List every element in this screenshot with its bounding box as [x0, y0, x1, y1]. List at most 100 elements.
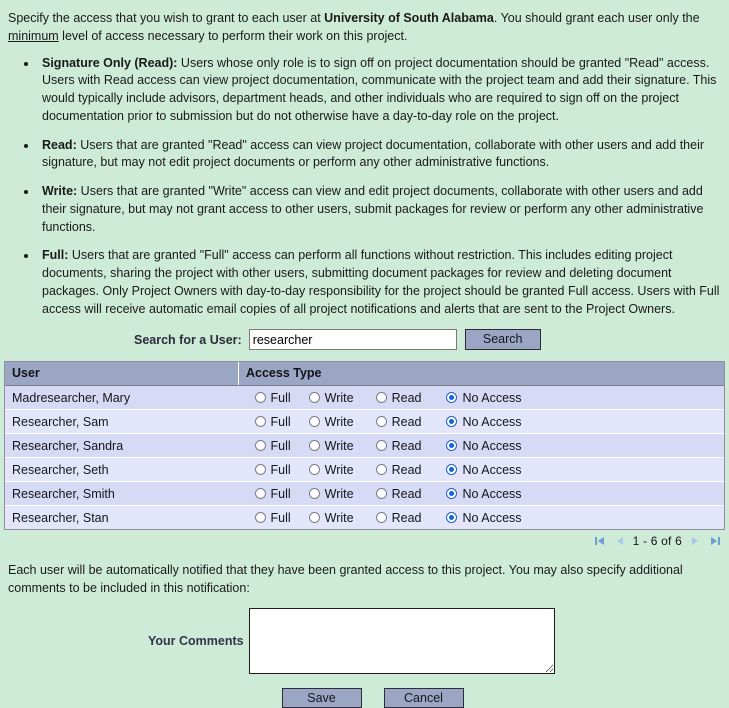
access-level-term: Read:: [42, 137, 77, 152]
radio-option-write[interactable]: Write: [308, 438, 354, 453]
cell-access-type: Full Write Read No Access: [238, 481, 725, 507]
radio-label-read: Read: [391, 486, 422, 501]
radio-mark-read[interactable]: [375, 440, 387, 452]
search-input[interactable]: [248, 329, 457, 351]
radio-option-full[interactable]: Full: [254, 414, 291, 429]
table-row: Researcher, Smith Full Write Read No Acc…: [5, 481, 725, 507]
radio-mark-full[interactable]: [254, 392, 266, 404]
table-row: Researcher, Seth Full Write Read No Acce…: [5, 457, 725, 483]
radio-option-full[interactable]: Full: [254, 438, 291, 453]
cell-user-name: Researcher, Seth: [5, 457, 239, 483]
cell-access-type: Full Write Read No Access: [238, 409, 725, 435]
comments-row: Your Comments: [0, 607, 729, 674]
radio-mark-write[interactable]: [308, 392, 320, 404]
radio-mark-read[interactable]: [375, 512, 387, 524]
radio-option-write[interactable]: Write: [308, 486, 354, 501]
radio-mark-no-access[interactable]: [446, 512, 458, 524]
cell-access-type: Full Write Read No Access: [238, 385, 725, 411]
cell-user-name: Researcher, Stan: [5, 505, 239, 531]
access-level-term: Write:: [42, 184, 78, 198]
access-level-term: Signature Only (Read):: [42, 55, 178, 70]
radio-mark-full[interactable]: [254, 464, 266, 476]
radio-label-no-access: No Access: [462, 486, 522, 501]
comments-label: Your Comments: [148, 633, 244, 648]
next-page-icon[interactable]: [689, 535, 701, 547]
radio-option-no-access[interactable]: No Access: [446, 391, 522, 405]
cancel-button[interactable]: Cancel: [383, 687, 464, 708]
user-search-row: Search for a User: Search: [0, 329, 729, 351]
radio-option-full[interactable]: Full: [254, 390, 291, 405]
intro-text-before-org: Specify the access that you wish to gran…: [8, 11, 325, 25]
access-level-item-write: Write: Users that are granted "Write" ac…: [38, 183, 729, 236]
access-radio-group: Full Write Read No Access: [239, 439, 725, 453]
radio-mark-write[interactable]: [308, 440, 320, 452]
radio-option-no-access[interactable]: No Access: [446, 414, 522, 429]
radio-option-write[interactable]: Write: [308, 415, 354, 429]
radio-mark-no-access[interactable]: [446, 488, 458, 500]
radio-mark-no-access[interactable]: [446, 392, 458, 404]
cell-user-name: Researcher, Sandra: [5, 433, 239, 459]
radio-mark-write[interactable]: [308, 464, 320, 476]
radio-option-no-access[interactable]: No Access: [446, 463, 522, 477]
radio-option-read[interactable]: Read: [375, 486, 422, 501]
radio-mark-no-access[interactable]: [446, 440, 458, 452]
radio-mark-no-access[interactable]: [446, 464, 458, 476]
search-label: Search for a User:: [134, 332, 242, 347]
radio-label-full: Full: [270, 390, 291, 405]
radio-mark-read[interactable]: [375, 464, 387, 476]
radio-label-read: Read: [391, 390, 422, 405]
radio-option-no-access[interactable]: No Access: [446, 486, 522, 501]
save-button[interactable]: Save: [281, 687, 362, 708]
radio-option-read[interactable]: Read: [375, 510, 422, 525]
notification-text: Each user will be automatically notified…: [8, 563, 683, 595]
radio-option-no-access[interactable]: No Access: [446, 439, 522, 453]
radio-label-full: Full: [270, 462, 291, 477]
radio-mark-full[interactable]: [254, 440, 266, 452]
radio-mark-write[interactable]: [308, 416, 320, 428]
radio-label-full: Full: [270, 438, 291, 453]
grant-access-page: Specify the access that you wish to gran…: [0, 0, 729, 708]
radio-option-full[interactable]: Full: [254, 487, 291, 501]
radio-mark-read[interactable]: [375, 488, 387, 500]
access-radio-group: Full Write Read No Access: [239, 463, 725, 477]
radio-label-read: Read: [391, 438, 422, 453]
first-page-icon[interactable]: [594, 535, 606, 547]
radio-label-full: Full: [270, 510, 291, 525]
radio-option-read[interactable]: Read: [375, 438, 422, 453]
radio-option-no-access[interactable]: No Access: [446, 511, 522, 525]
radio-label-write: Write: [324, 438, 354, 453]
radio-option-read[interactable]: Read: [375, 415, 421, 429]
radio-mark-write[interactable]: [308, 488, 320, 500]
table-row: Researcher, Sam Full Write Read No Acces…: [5, 409, 725, 435]
grid-header-row: User Access Type: [5, 362, 724, 387]
radio-mark-write[interactable]: [308, 512, 320, 524]
previous-page-icon[interactable]: [614, 535, 626, 547]
last-page-icon[interactable]: [709, 535, 721, 547]
comments-textarea[interactable]: [248, 607, 555, 674]
form-actions: Save Cancel: [0, 687, 729, 708]
access-radio-group: Full Write Read No Access: [239, 415, 725, 429]
radio-mark-read[interactable]: [375, 416, 387, 428]
organization-name: University of South Alabama: [324, 11, 494, 25]
access-level-item-signature-only: Signature Only (Read): Users whose only …: [38, 55, 729, 126]
radio-mark-full[interactable]: [254, 488, 266, 500]
access-radio-group: Full Write Read No Access: [239, 391, 725, 405]
radio-option-full[interactable]: Full: [254, 510, 291, 525]
radio-mark-read[interactable]: [375, 392, 387, 404]
access-radio-group: Full Write Read No Access: [239, 487, 725, 501]
radio-mark-full[interactable]: [254, 512, 266, 524]
radio-mark-no-access[interactable]: [446, 416, 458, 428]
radio-label-write: Write: [324, 486, 354, 501]
radio-option-read[interactable]: Read: [375, 390, 422, 405]
radio-option-write[interactable]: Write: [308, 391, 354, 405]
search-button[interactable]: Search: [464, 329, 541, 351]
radio-option-read[interactable]: Read: [375, 463, 421, 477]
radio-label-no-access: No Access: [462, 414, 522, 429]
access-level-description: Users that are granted "Write" access ca…: [42, 184, 704, 234]
radio-label-read: Read: [391, 510, 422, 525]
radio-option-write[interactable]: Write: [308, 511, 354, 525]
radio-label-full: Full: [270, 414, 291, 429]
radio-option-full[interactable]: Full: [254, 462, 291, 477]
radio-option-write[interactable]: Write: [308, 463, 354, 477]
radio-mark-full[interactable]: [254, 416, 266, 428]
